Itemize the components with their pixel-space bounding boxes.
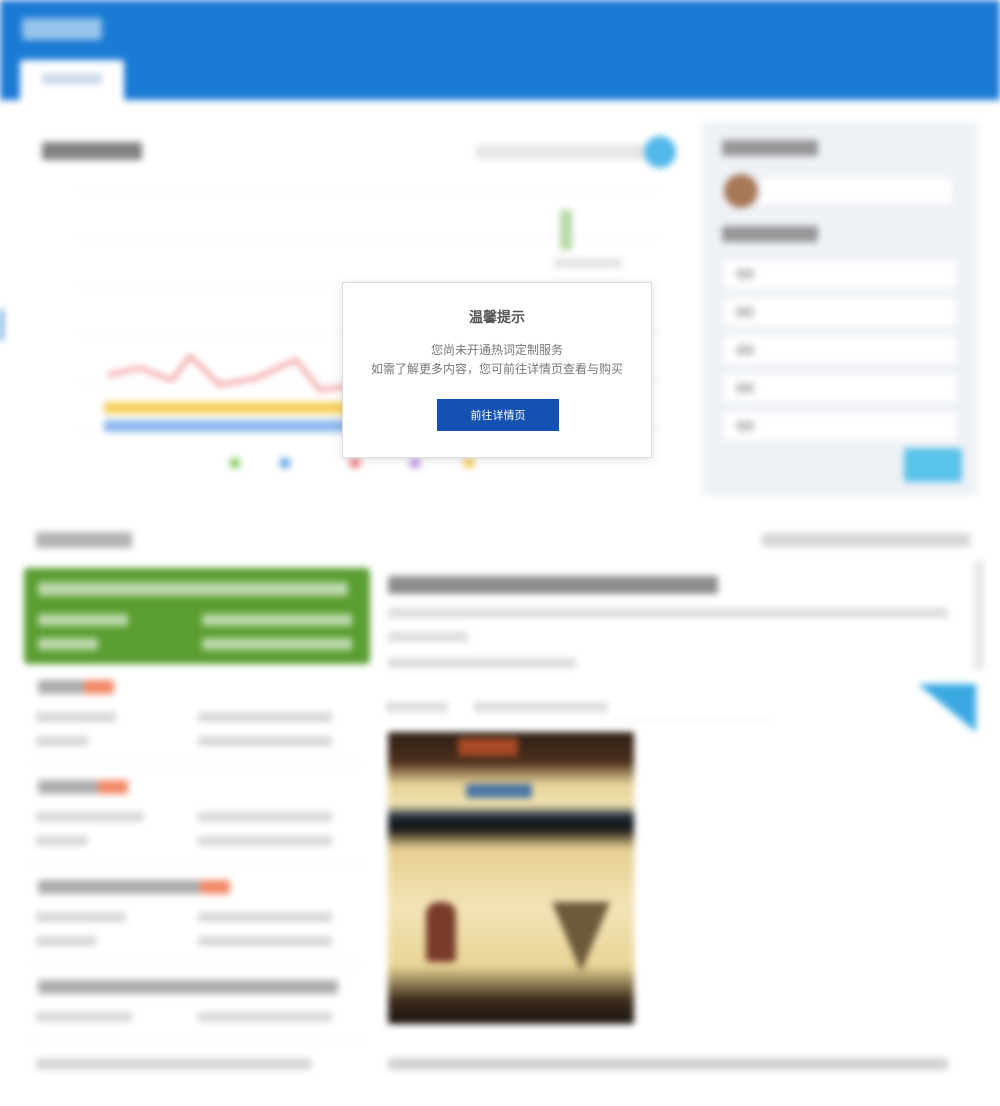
section-more-link[interactable] (762, 533, 970, 547)
side-submit-button[interactable] (904, 448, 962, 482)
side-panel-subtitle (722, 226, 818, 242)
chart-search-input[interactable] (476, 144, 644, 160)
section-title (36, 532, 132, 548)
dialog-title: 温馨提示 (469, 310, 525, 326)
avatar-icon (724, 174, 758, 208)
side-field-1[interactable] (724, 260, 956, 288)
background-page (0, 0, 1000, 1106)
side-field-4[interactable] (724, 374, 956, 402)
article-image (388, 732, 634, 1024)
side-panel-title (722, 140, 818, 156)
account-select[interactable] (760, 178, 952, 204)
dialog-message-line-1: 您尚未开通热词定制服务 (430, 343, 563, 357)
notice-dialog: 温馨提示 您尚未开通热词定制服务 如需了解更多内容，您可前往详情页查看与购买 前… (342, 282, 652, 458)
list-item-title[interactable] (38, 880, 200, 894)
list-item-tag (200, 880, 230, 894)
side-field-5[interactable] (724, 412, 956, 440)
side-field-2[interactable] (724, 298, 956, 326)
article-title[interactable] (388, 576, 718, 594)
brand-logo (22, 18, 102, 40)
list-item-tag (98, 780, 128, 794)
corner-flag-icon (918, 684, 976, 732)
featured-list-card[interactable] (24, 568, 370, 664)
side-field-3[interactable] (724, 336, 956, 364)
tab-active[interactable] (20, 60, 124, 100)
scrollbar[interactable] (974, 560, 984, 670)
go-to-details-button[interactable]: 前往详情页 (437, 399, 559, 431)
top-header (0, 0, 1000, 100)
side-indicator (0, 310, 3, 340)
search-icon[interactable] (644, 136, 676, 168)
list-item-title[interactable] (38, 980, 338, 994)
list-item-title[interactable] (38, 780, 98, 794)
dialog-message-line-2: 如需了解更多内容，您可前往详情页查看与购买 (370, 362, 623, 376)
list-item-title[interactable] (38, 680, 84, 694)
chart-panel-title (42, 142, 142, 160)
list-item-tag (84, 680, 114, 694)
